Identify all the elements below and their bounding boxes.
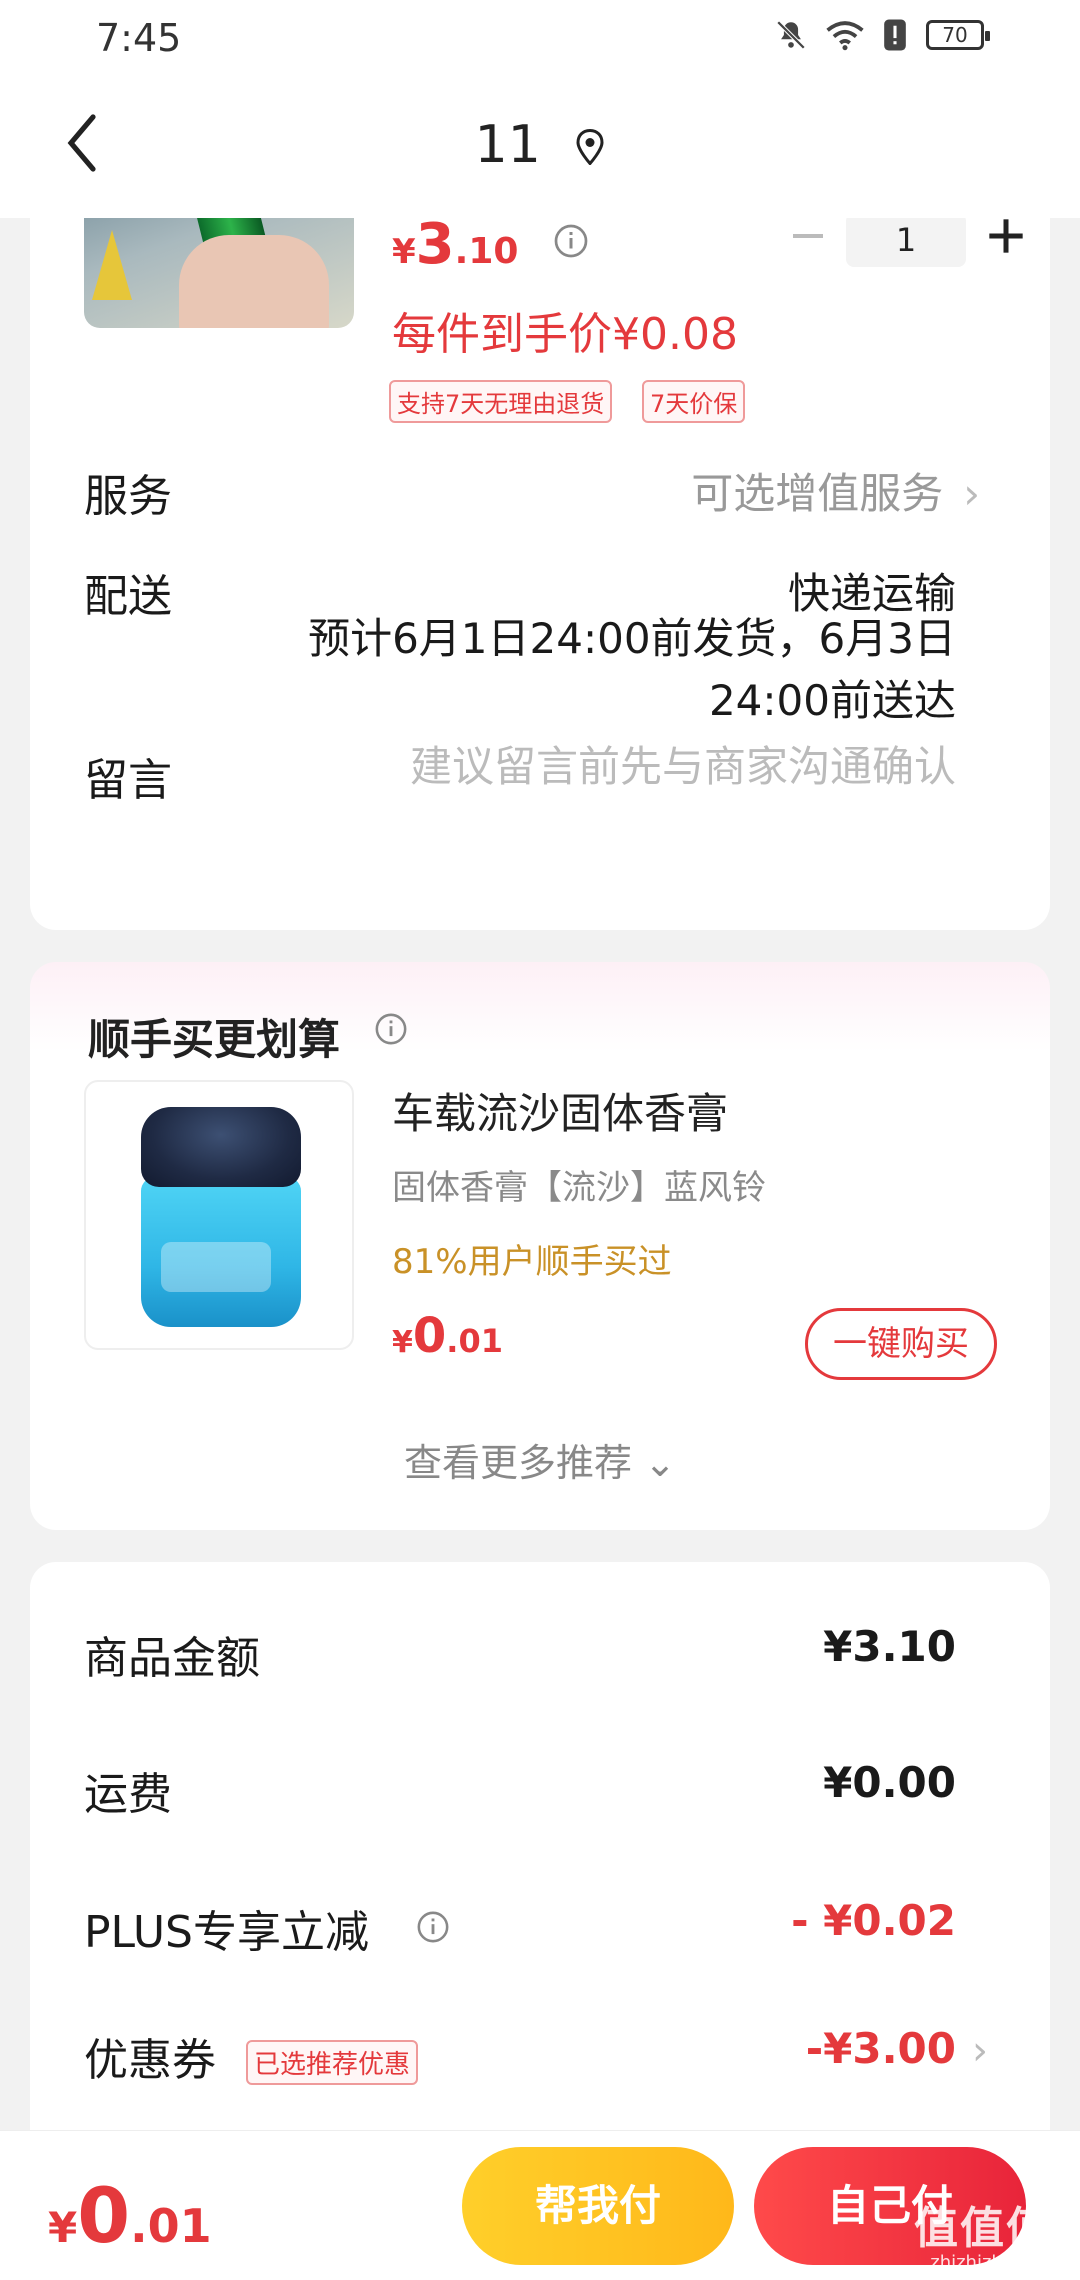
address-label: 11: [474, 115, 541, 175]
goods-amount-row: 商品金额 ¥3.10: [30, 1616, 1050, 1696]
page-title[interactable]: 11: [0, 115, 1080, 178]
coupon-row[interactable]: 优惠券 已选推荐优惠 -¥3.00 ›: [30, 2018, 1050, 2098]
quantity-value[interactable]: 1: [846, 213, 966, 267]
return-policy-tag: 支持7天无理由退货: [389, 380, 613, 423]
shipping-value: ¥0.00: [823, 1758, 956, 1807]
recommendation-name[interactable]: 车载流沙固体香膏: [392, 1080, 728, 1141]
plus-discount-value: - ¥0.02: [791, 1896, 956, 1945]
coupon-label: 优惠券: [84, 2035, 216, 2086]
product-price: ¥3.10: [392, 212, 519, 277]
shipping-label: 运费: [84, 1769, 172, 1820]
chevron-right-icon: ›: [963, 469, 980, 518]
message-label: 留言: [84, 755, 172, 806]
location-pin-icon: [576, 128, 604, 166]
social-proof: 81%用户顺手买过: [392, 1242, 672, 1282]
chevron-right-icon: ›: [972, 2028, 988, 2074]
watermark-url: zhizhizhi.com: [930, 2252, 1052, 2273]
status-icons: 70: [774, 18, 990, 52]
recommendation-card: 顺手买更划算 车载流沙固体香膏 固体香膏【流沙】蓝风铃 81%用户顺手买过 ¥0…: [30, 962, 1050, 1530]
info-icon[interactable]: [416, 1910, 450, 1944]
sim-alert-icon: [884, 19, 906, 51]
recommendation-title: 顺手买更划算: [88, 1015, 341, 1064]
more-recommendations-label: 查看更多推荐: [404, 1441, 633, 1485]
quantity-plus-button[interactable]: [986, 216, 1026, 256]
recommendation-price: ¥0.01: [392, 1308, 503, 1364]
plus-discount-row: PLUS专享立减 - ¥0.02: [30, 1890, 1050, 1970]
more-recommendations-link[interactable]: 查看更多推荐 ⌄: [30, 1432, 1050, 1487]
one-click-buy-button[interactable]: 一键购买: [805, 1308, 997, 1380]
quantity-minus-button[interactable]: [790, 218, 826, 254]
order-product-card: ¥3.10 1 每件到手价¥0.08 支持7天无理由退货 7天价保 服务 可选增…: [30, 150, 1050, 930]
help-pay-button[interactable]: 帮我付: [462, 2147, 734, 2265]
plus-discount-label: PLUS专享立减: [84, 1907, 369, 1958]
battery-icon: 70: [926, 20, 990, 50]
service-selector[interactable]: 可选增值服务 ›: [691, 460, 980, 521]
message-input[interactable]: [276, 742, 956, 791]
delivery-eta: 预计6月1日24:00前发货，6月3日24:00前送达: [308, 614, 956, 725]
info-icon[interactable]: [374, 1012, 408, 1046]
delivery-label: 配送: [84, 571, 172, 622]
top-bar: 7:45 70 11: [0, 0, 1080, 218]
total-price: ¥0.01: [48, 2171, 212, 2260]
coupon-value: -¥3.00: [805, 2024, 956, 2073]
shipping-row: 运费 ¥0.00: [30, 1752, 1050, 1832]
chevron-down-icon: ⌄: [644, 1441, 676, 1485]
watermark: 值值值 zhizhizhi.com: [914, 2192, 1052, 2273]
service-value: 可选增值服务: [691, 469, 944, 518]
watermark-text: 值值值: [914, 2203, 1052, 2254]
unit-price: 每件到手价¥0.08: [392, 309, 738, 360]
goods-amount-value: ¥3.10: [823, 1622, 956, 1671]
coupon-tag: 已选推荐优惠: [246, 2040, 419, 2085]
status-time: 7:45: [96, 16, 182, 60]
service-label: 服务: [84, 471, 172, 522]
recommendation-image[interactable]: [84, 1080, 354, 1350]
mute-bell-icon: [776, 20, 806, 50]
price-protect-tag: 7天价保: [642, 380, 746, 423]
info-icon[interactable]: [553, 223, 589, 259]
wifi-icon: [826, 21, 864, 51]
goods-amount-label: 商品金额: [84, 1633, 260, 1684]
recommendation-spec: 固体香膏【流沙】蓝风铃: [392, 1168, 766, 1208]
